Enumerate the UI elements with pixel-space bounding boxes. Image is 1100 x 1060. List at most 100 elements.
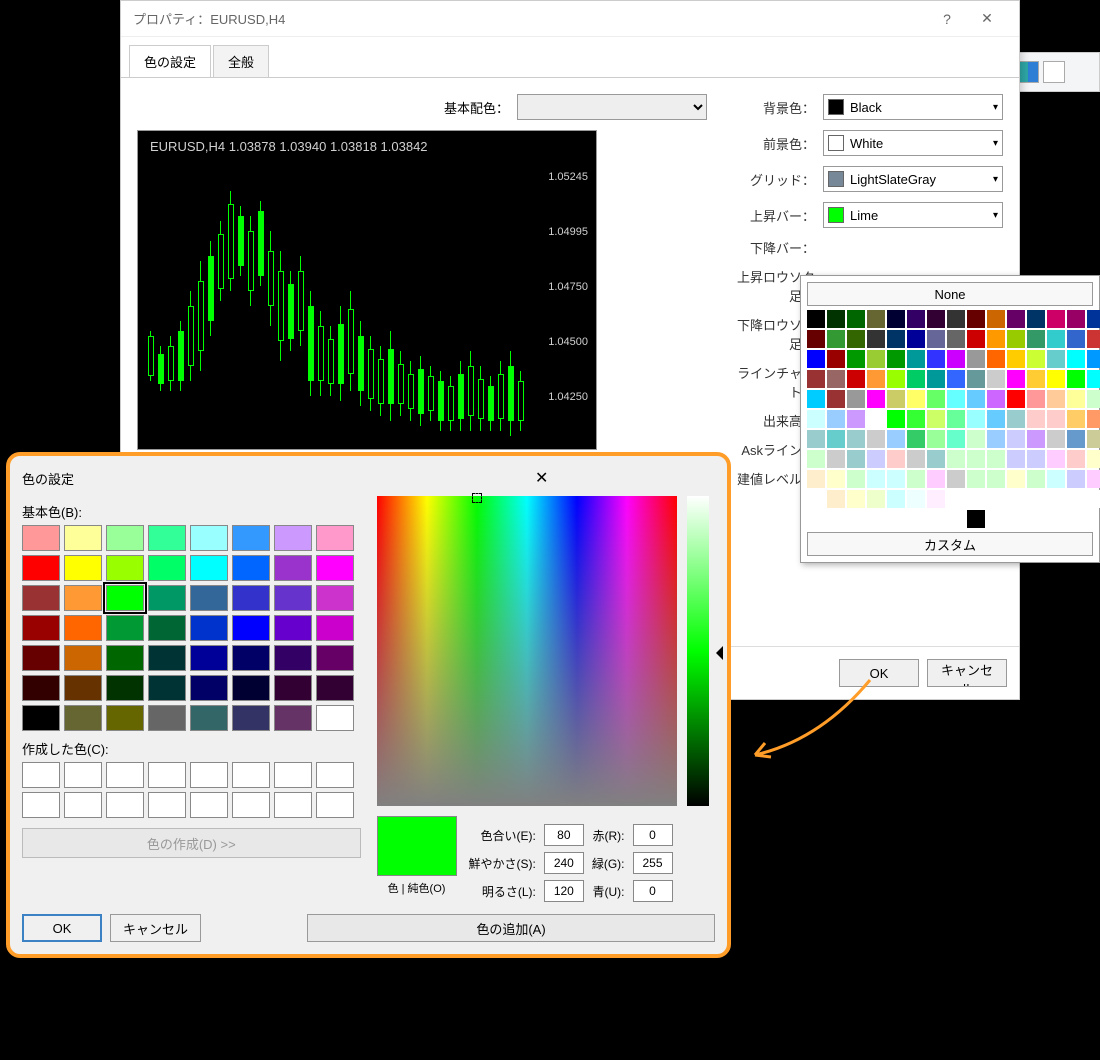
basic-color-swatch[interactable] xyxy=(190,585,228,611)
palette-swatch[interactable] xyxy=(967,330,985,348)
palette-swatch[interactable] xyxy=(967,510,985,528)
palette-swatch[interactable] xyxy=(867,350,885,368)
palette-swatch[interactable] xyxy=(967,310,985,328)
palette-swatch[interactable] xyxy=(887,470,905,488)
basic-color-swatch[interactable] xyxy=(106,645,144,671)
palette-swatch[interactable] xyxy=(907,370,925,388)
basic-color-swatch[interactable] xyxy=(22,645,60,671)
palette-swatch[interactable] xyxy=(827,390,845,408)
palette-swatch[interactable] xyxy=(827,350,845,368)
basic-color-swatch[interactable] xyxy=(106,615,144,641)
basic-color-swatch[interactable] xyxy=(232,675,270,701)
palette-swatch[interactable] xyxy=(1047,330,1065,348)
palette-swatch[interactable] xyxy=(1027,450,1045,468)
custom-color-slot[interactable] xyxy=(190,792,228,818)
basic-color-swatch[interactable] xyxy=(64,555,102,581)
palette-swatch[interactable] xyxy=(1007,430,1025,448)
blue-input[interactable] xyxy=(633,880,673,902)
palette-swatch[interactable] xyxy=(807,330,825,348)
palette-swatch[interactable] xyxy=(827,410,845,428)
palette-swatch[interactable] xyxy=(1067,370,1085,388)
palette-swatch[interactable] xyxy=(1067,490,1085,508)
custom-color-slot[interactable] xyxy=(190,762,228,788)
palette-swatch[interactable] xyxy=(1087,470,1100,488)
custom-color-slot[interactable] xyxy=(316,762,354,788)
palette-swatch[interactable] xyxy=(927,430,945,448)
palette-swatch[interactable] xyxy=(827,490,845,508)
custom-button[interactable]: カスタム xyxy=(807,532,1093,556)
palette-swatch[interactable] xyxy=(987,470,1005,488)
basic-color-swatch[interactable] xyxy=(22,585,60,611)
palette-swatch[interactable] xyxy=(867,370,885,388)
palette-swatch[interactable] xyxy=(1007,390,1025,408)
palette-swatch[interactable] xyxy=(847,330,865,348)
palette-swatch[interactable] xyxy=(987,490,1005,508)
palette-swatch[interactable] xyxy=(947,410,965,428)
basic-color-swatch[interactable] xyxy=(106,705,144,731)
palette-swatch[interactable] xyxy=(927,370,945,388)
palette-swatch[interactable] xyxy=(1087,490,1100,508)
basic-color-swatch[interactable] xyxy=(316,645,354,671)
palette-swatch[interactable] xyxy=(927,450,945,468)
palette-swatch[interactable] xyxy=(967,370,985,388)
palette-swatch[interactable] xyxy=(1027,470,1045,488)
palette-swatch[interactable] xyxy=(807,490,825,508)
basic-color-swatch[interactable] xyxy=(190,555,228,581)
palette-swatch[interactable] xyxy=(827,430,845,448)
palette-swatch[interactable] xyxy=(1027,490,1045,508)
palette-swatch[interactable] xyxy=(947,350,965,368)
palette-swatch[interactable] xyxy=(867,510,885,528)
palette-swatch[interactable] xyxy=(947,510,965,528)
custom-color-slot[interactable] xyxy=(148,792,186,818)
custom-color-slot[interactable] xyxy=(64,762,102,788)
close-icon[interactable]: ✕ xyxy=(369,468,716,488)
cancel-button[interactable]: キャンセル xyxy=(927,659,1007,687)
palette-swatch[interactable] xyxy=(907,490,925,508)
hue-input[interactable] xyxy=(544,824,584,846)
palette-swatch[interactable] xyxy=(947,430,965,448)
ok-button[interactable]: OK xyxy=(22,914,102,942)
palette-swatch[interactable] xyxy=(947,470,965,488)
palette-swatch[interactable] xyxy=(1087,410,1100,428)
palette-swatch[interactable] xyxy=(807,390,825,408)
palette-swatch[interactable] xyxy=(927,390,945,408)
basic-color-swatch[interactable] xyxy=(106,585,144,611)
palette-swatch[interactable] xyxy=(967,350,985,368)
basic-color-swatch[interactable] xyxy=(316,555,354,581)
palette-swatch[interactable] xyxy=(1067,350,1085,368)
palette-swatch[interactable] xyxy=(947,390,965,408)
basic-color-swatch[interactable] xyxy=(148,585,186,611)
palette-swatch[interactable] xyxy=(887,370,905,388)
palette-swatch[interactable] xyxy=(1067,310,1085,328)
palette-swatch[interactable] xyxy=(1027,310,1045,328)
basic-color-swatch[interactable] xyxy=(148,555,186,581)
basic-color-swatch[interactable] xyxy=(274,615,312,641)
color-combo[interactable]: Lime▾ xyxy=(823,202,1003,228)
palette-swatch[interactable] xyxy=(827,450,845,468)
palette-swatch[interactable] xyxy=(1027,370,1045,388)
custom-color-slot[interactable] xyxy=(106,762,144,788)
luminance-pointer[interactable] xyxy=(709,646,723,660)
palette-swatch[interactable] xyxy=(927,490,945,508)
palette-swatch[interactable] xyxy=(907,310,925,328)
palette-swatch[interactable] xyxy=(827,330,845,348)
custom-color-slot[interactable] xyxy=(316,792,354,818)
palette-swatch[interactable] xyxy=(987,330,1005,348)
tab-general[interactable]: 全般 xyxy=(213,45,269,77)
luminance-strip[interactable] xyxy=(687,496,709,806)
basic-color-swatch[interactable] xyxy=(64,615,102,641)
palette-swatch[interactable] xyxy=(1027,430,1045,448)
palette-swatch[interactable] xyxy=(907,450,925,468)
palette-swatch[interactable] xyxy=(1087,390,1100,408)
palette-swatch[interactable] xyxy=(1087,330,1100,348)
red-input[interactable] xyxy=(633,824,673,846)
palette-swatch[interactable] xyxy=(807,370,825,388)
basic-color-swatch[interactable] xyxy=(64,585,102,611)
palette-swatch[interactable] xyxy=(807,310,825,328)
basic-color-swatch[interactable] xyxy=(274,555,312,581)
palette-swatch[interactable] xyxy=(847,370,865,388)
custom-color-slot[interactable] xyxy=(64,792,102,818)
basic-color-swatch[interactable] xyxy=(22,705,60,731)
basic-color-swatch[interactable] xyxy=(316,585,354,611)
palette-swatch[interactable] xyxy=(1047,490,1065,508)
